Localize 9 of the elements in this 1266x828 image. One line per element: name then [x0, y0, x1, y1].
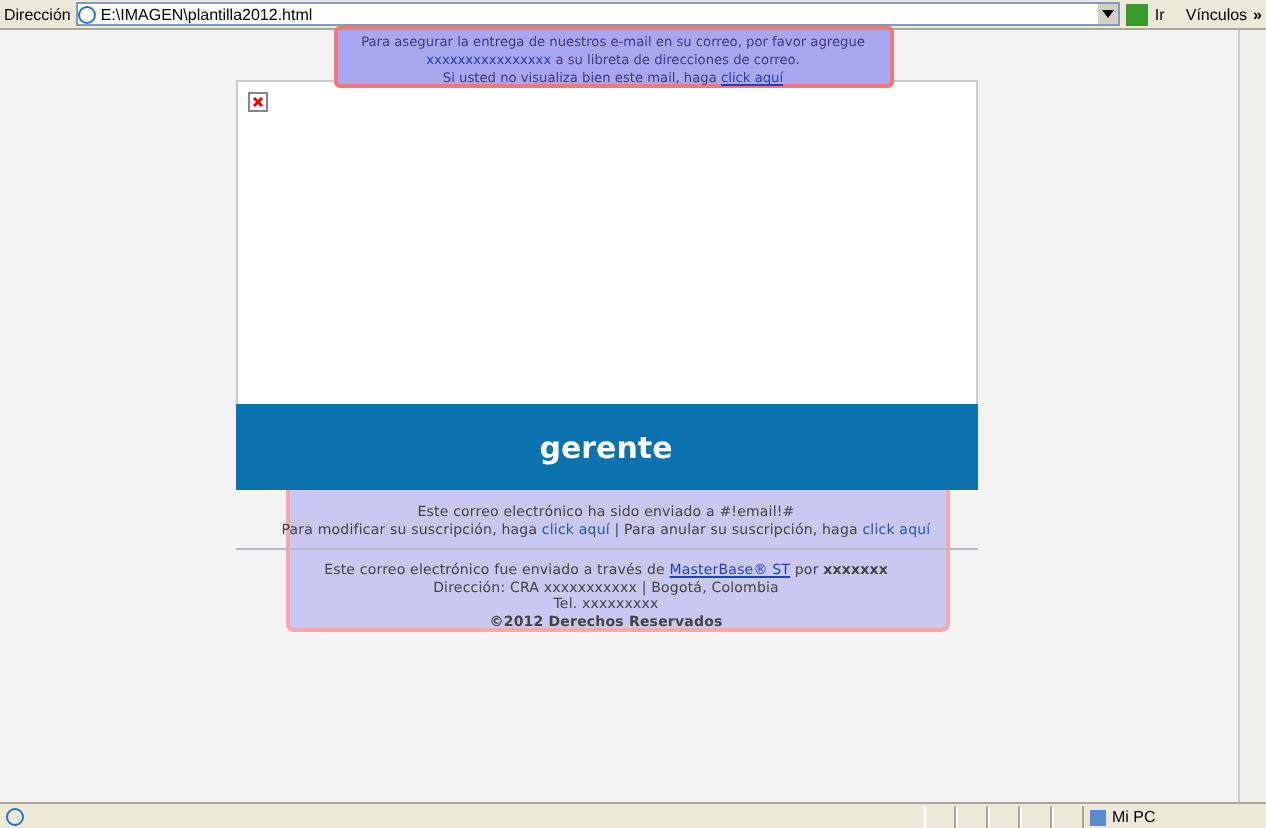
go-button[interactable]: Ir [1126, 3, 1180, 25]
zone-label: Mi PC [1112, 808, 1156, 826]
header-title: gerente [539, 429, 673, 465]
links-label[interactable]: Vínculos [1185, 5, 1248, 23]
dropdown-icon[interactable] [1098, 4, 1119, 24]
address-field[interactable]: E:\IMAGEN\plantilla2012.html [76, 2, 1121, 26]
address-label: Dirección [4, 5, 71, 23]
broken-image-icon [247, 92, 267, 112]
more-chevron[interactable]: » [1253, 5, 1262, 23]
